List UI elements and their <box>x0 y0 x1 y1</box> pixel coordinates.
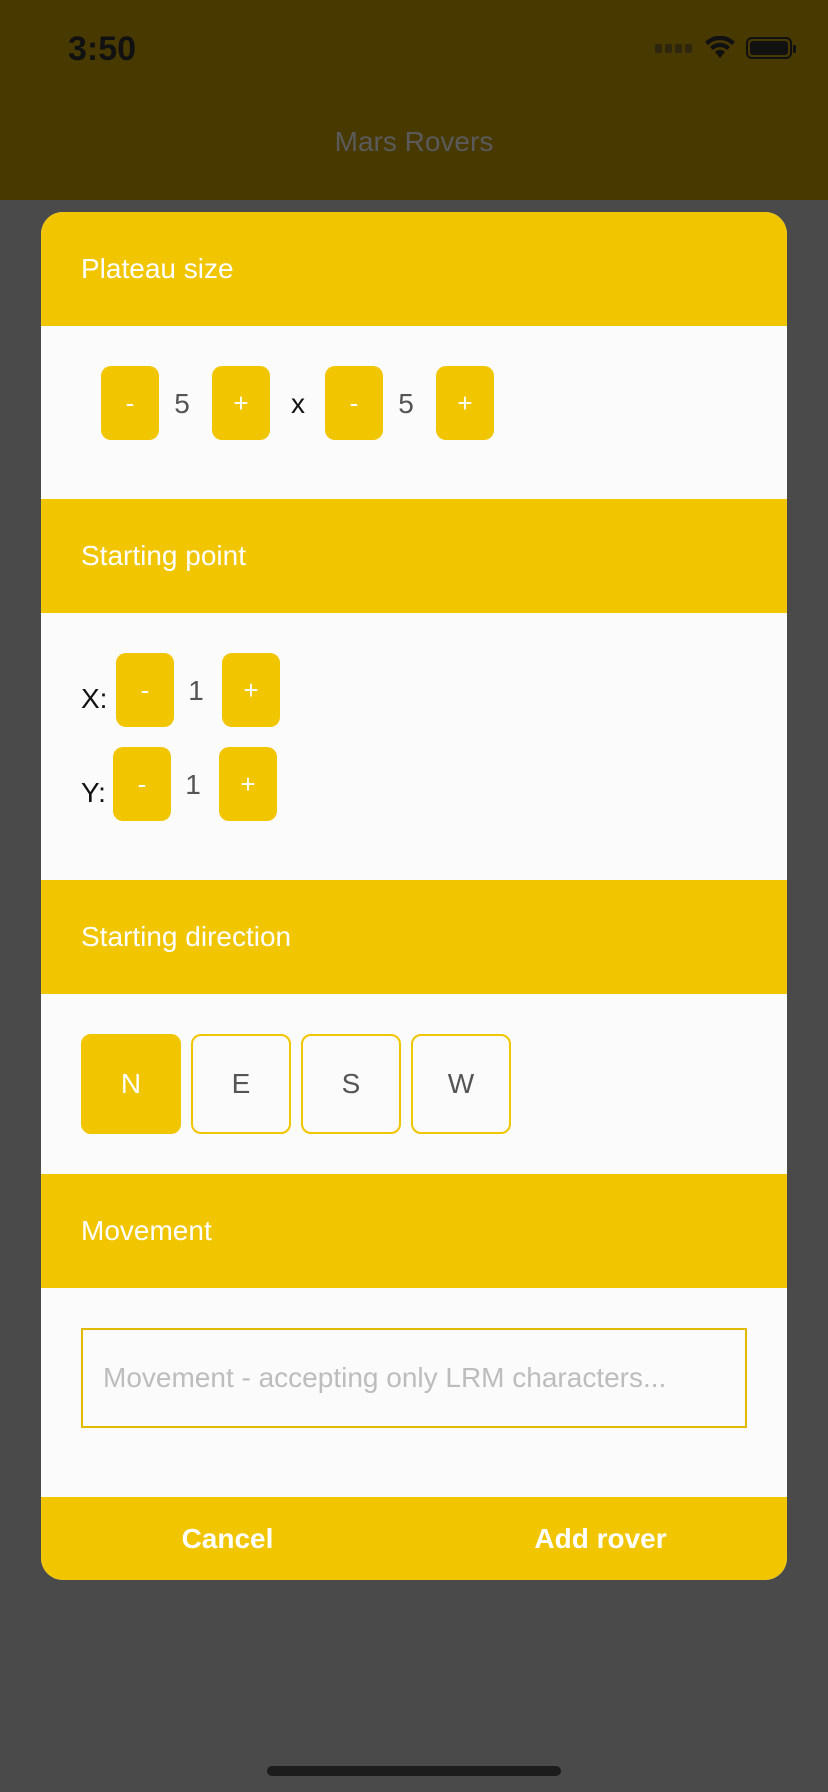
direction-n-button[interactable]: N <box>81 1034 181 1134</box>
battery-icon <box>746 37 796 59</box>
starting-point-header: Starting point <box>41 499 787 613</box>
direction-s-button[interactable]: S <box>301 1034 401 1134</box>
y-value: 1 <box>185 769 201 800</box>
starting-point-title: Starting point <box>81 540 246 571</box>
plateau-width-value: 5 <box>174 388 190 419</box>
direction-w-button[interactable]: W <box>411 1034 511 1134</box>
direction-e-button[interactable]: E <box>191 1034 291 1134</box>
movement-body <box>41 1288 787 1497</box>
plateau-separator: x <box>291 388 305 419</box>
starting-direction-title: Starting direction <box>81 921 292 952</box>
nav-title: Mars Rovers <box>334 126 494 157</box>
plateau-size-title: Plateau size <box>81 253 234 284</box>
add-rover-button[interactable]: Add rover <box>414 1497 787 1580</box>
y-plus-button[interactable]: + <box>219 747 277 821</box>
starting-direction-header: Starting direction <box>41 880 787 994</box>
y-label: Y: <box>81 777 106 808</box>
home-indicator[interactable] <box>267 1766 561 1776</box>
x-minus-button[interactable]: - <box>116 653 174 727</box>
x-label: X: <box>81 683 108 714</box>
movement-title: Movement <box>81 1215 212 1246</box>
cellular-signal-icon <box>655 43 692 53</box>
app-header: 3:50 Mars Rovers <box>0 0 828 200</box>
add-rover-modal: Plateau size - 5 + x - 5 + Starting poin… <box>41 212 787 1580</box>
y-minus-button[interactable]: - <box>113 747 171 821</box>
plateau-height-value: 5 <box>398 388 414 419</box>
wifi-icon <box>705 36 735 58</box>
plateau-width-minus-button[interactable]: - <box>101 366 159 440</box>
plateau-size-header: Plateau size <box>41 212 787 326</box>
status-icons <box>655 36 796 60</box>
plateau-height-minus-button[interactable]: - <box>325 366 383 440</box>
plateau-width-plus-button[interactable]: + <box>212 366 270 440</box>
x-value: 1 <box>188 675 204 706</box>
x-plus-button[interactable]: + <box>222 653 280 727</box>
movement-header: Movement <box>41 1174 787 1288</box>
movement-input[interactable] <box>81 1328 747 1428</box>
status-time: 3:50 <box>68 30 137 68</box>
plateau-height-plus-button[interactable]: + <box>436 366 494 440</box>
modal-footer: Cancel Add rover <box>41 1497 787 1580</box>
cancel-button[interactable]: Cancel <box>41 1497 414 1580</box>
starting-point-body: X: - 1 + Y: - 1 + <box>41 613 787 880</box>
starting-direction-body: N E S W <box>41 994 787 1174</box>
plateau-size-body: - 5 + x - 5 + <box>41 326 787 499</box>
